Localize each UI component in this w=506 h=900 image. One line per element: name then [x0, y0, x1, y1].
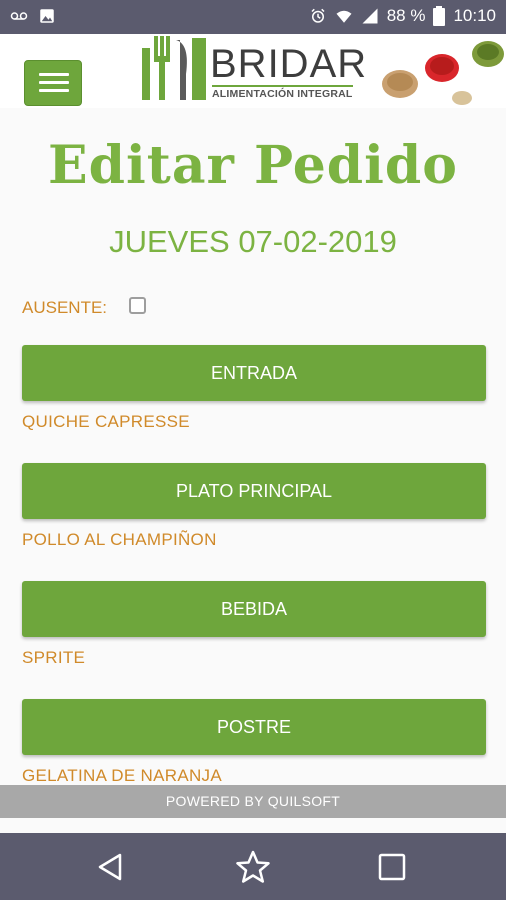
entrada-button[interactable]: ENTRADA: [22, 345, 486, 401]
absent-checkbox[interactable]: [129, 296, 147, 314]
alarm-icon: [311, 8, 325, 23]
battery-percent: 88 %: [386, 6, 426, 25]
signal-icon: [362, 8, 378, 24]
page-title: Editar Pedido: [48, 135, 458, 196]
status-time: 10:10: [453, 6, 496, 25]
wifi-icon: [336, 10, 352, 23]
powered-by-footer: POWERED BY QUILSOFT: [0, 785, 506, 818]
cutlery-logo-icon: [142, 36, 206, 100]
recents-icon[interactable]: [374, 849, 410, 885]
order-date: JUEVES 07-02-2019: [109, 224, 397, 259]
status-bar: 88 % 10:10: [0, 0, 506, 34]
voicemail-icon: [10, 12, 28, 20]
menu-button[interactable]: [24, 60, 82, 106]
hamburger-icon: [39, 73, 69, 76]
plato-principal-selection: POLLO AL CHAMPIÑON: [22, 530, 217, 549]
battery-icon: [433, 6, 446, 26]
plato-principal-button[interactable]: PLATO PRINCIPAL: [22, 463, 486, 519]
bebida-selection: SPRITE: [22, 648, 86, 667]
system-nav-bar: [0, 833, 506, 900]
spices-illustration: [382, 41, 504, 105]
entrada-selection: QUICHE CAPRESSE: [22, 412, 190, 431]
bebida-button[interactable]: BEBIDA: [22, 581, 486, 637]
brand-name: BRIDAR: [210, 42, 368, 86]
postre-selection: GELATINA DE NARANJA: [22, 766, 222, 785]
back-icon[interactable]: [92, 849, 128, 885]
absent-label: AUSENTE:: [22, 298, 108, 317]
star-icon[interactable]: [235, 849, 271, 885]
brand-logo: BRIDAR ALIMENTACIÓN INTEGRAL: [140, 34, 506, 108]
image-icon: [40, 9, 54, 23]
brand-tagline: ALIMENTACIÓN INTEGRAL: [212, 85, 353, 100]
app-header: BRIDAR ALIMENTACIÓN INTEGRAL: [0, 34, 506, 108]
absent-row: AUSENTE:: [22, 296, 147, 318]
postre-button[interactable]: POSTRE: [22, 699, 486, 755]
